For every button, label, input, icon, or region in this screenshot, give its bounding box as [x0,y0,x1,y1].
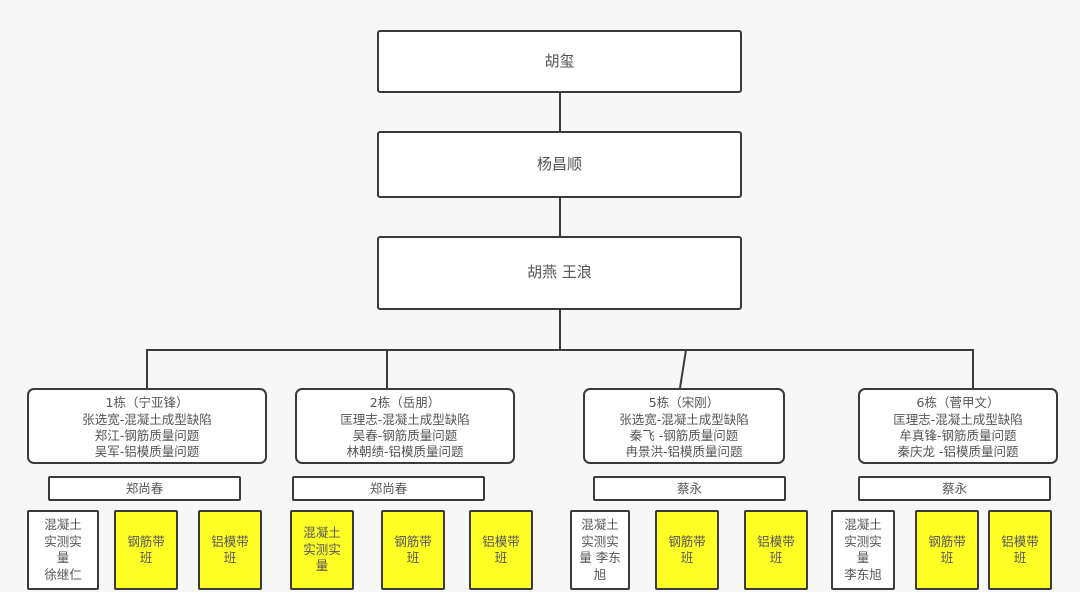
worker-tile-line: 班 [940,550,954,565]
supervisor-label: 蔡永 [676,480,702,496]
supervisor-label: 蔡永 [941,480,967,496]
supervisor-label: 郑尚春 [369,480,408,496]
exec-node-level2[interactable]: 杨昌顺 [377,131,742,198]
worker-tile-line: 混凝土 [44,517,82,532]
worker-tile-line: 钢筋带 [127,533,165,549]
worker-tile-concrete-3[interactable]: 混凝土 实测实 量 李东 旭 [570,510,630,590]
worker-tile-concrete-1[interactable]: 混凝土 实测实 量 徐继仁 [27,510,99,590]
department-detail-line: 张选宽-混凝土成型缺陷 [82,412,212,427]
supervisor-label: 郑尚春 [125,480,164,496]
worker-tile-line: 混凝土 [303,525,341,541]
worker-tile-line: 班 [139,550,153,565]
worker-tile-line: 班 [680,550,694,565]
supervisor-box-4[interactable]: 蔡永 [858,476,1051,501]
department-detail-line: 张选宽-混凝土成型缺陷 [619,412,749,427]
worker-tile-line: 铝模带 [482,533,520,549]
supervisor-box-3[interactable]: 蔡永 [593,476,786,501]
department-title: 6栋（菅甲文） [916,395,1000,410]
department-box-4[interactable]: 6栋（菅甲文） 匡理志-混凝土成型缺陷 牟真锋-钢筋质量问题 秦庆龙 -铝模质量… [858,388,1058,464]
worker-tile-line: 铝模带 [211,533,249,549]
worker-tile-line: 实测实 [844,533,882,549]
worker-tile-rebar-4[interactable]: 钢筋带 班 [915,510,979,590]
department-detail-line: 牟真锋-钢筋质量问题 [899,428,1017,443]
worker-tile-line: 混凝土 [844,517,882,532]
worker-tile-line: 李东旭 [844,566,882,582]
worker-tile-line: 实测实 [44,533,82,549]
org-chart-canvas: 胡玺 杨昌顺 胡燕 王浪 1栋（宁亚锋） 张选宽-混凝土成型缺陷 郑江-钢筋质量… [0,0,1080,592]
worker-tile-line: 铝模带 [757,533,795,549]
department-detail-line: 匡理志-混凝土成型缺陷 [340,412,470,427]
worker-tile-alumform-1[interactable]: 铝模带 班 [198,510,262,590]
worker-tile-line: 实测实 [581,533,619,549]
worker-tile-line: 铝模带 [1001,533,1039,549]
worker-tile-rebar-3[interactable]: 钢筋带 班 [655,510,719,590]
worker-tile-line: 混凝土 [581,517,619,532]
worker-tile-line: 量 李东 [579,550,621,565]
department-detail-line: 郑江-钢筋质量问题 [94,428,200,443]
department-detail-line: 吴春-钢筋质量问题 [352,428,458,443]
worker-tile-line: 班 [494,550,508,565]
supervisor-box-2[interactable]: 郑尚春 [292,476,485,501]
worker-tile-line: 班 [1013,550,1027,565]
department-title: 5栋（宋刚） [648,395,720,410]
worker-tile-line: 量 [56,550,70,565]
department-title: 1栋（宁亚锋） [105,395,189,410]
department-box-1[interactable]: 1栋（宁亚锋） 张选宽-混凝土成型缺陷 郑江-钢筋质量问题 吴军-铝模质量问题 [27,388,267,464]
department-detail-line: 秦飞 -钢筋质量问题 [629,428,739,443]
worker-tile-line: 徐继仁 [44,566,82,582]
worker-tile-rebar-1[interactable]: 钢筋带 班 [114,510,178,590]
worker-tile-alumform-4[interactable]: 铝模带 班 [988,510,1052,590]
worker-tile-line: 班 [406,550,420,565]
worker-tile-line: 量 [315,558,329,574]
worker-tile-alumform-2[interactable]: 铝模带 班 [469,510,533,590]
department-detail-line: 秦庆龙 -铝模质量问题 [897,444,1019,459]
department-detail-line: 匡理志-混凝土成型缺陷 [893,412,1023,427]
department-box-3[interactable]: 5栋（宋刚） 张选宽-混凝土成型缺陷 秦飞 -钢筋质量问题 冉景洪-铝模质量问题 [583,388,785,464]
worker-tile-line: 钢筋带 [394,533,432,549]
worker-tile-line: 旭 [593,566,607,582]
supervisor-box-1[interactable]: 郑尚春 [48,476,241,501]
exec-node-level2-label: 杨昌顺 [536,154,582,173]
worker-tile-line: 实测实 [303,541,341,557]
department-detail-line: 林朝绩-铝模质量问题 [346,444,464,459]
worker-tile-line: 班 [769,550,783,565]
worker-tile-line: 量 [856,550,870,565]
department-box-2[interactable]: 2栋（岳朋） 匡理志-混凝土成型缺陷 吴春-钢筋质量问题 林朝绩-铝模质量问题 [295,388,515,464]
department-detail-line: 冉景洪-铝模质量问题 [625,444,743,459]
department-title: 2栋（岳朋） [369,395,441,410]
worker-tile-concrete-4[interactable]: 混凝土 实测实 量 李东旭 [831,510,895,590]
worker-tile-line: 钢筋带 [928,533,966,549]
exec-node-level1-label: 胡玺 [544,51,575,70]
worker-tile-alumform-3[interactable]: 铝模带 班 [744,510,808,590]
exec-node-level3-label: 胡燕 王浪 [527,263,592,282]
worker-tile-line: 班 [223,550,237,565]
worker-tile-line: 钢筋带 [668,533,706,549]
exec-node-level3[interactable]: 胡燕 王浪 [377,236,742,310]
worker-tile-concrete-2[interactable]: 混凝土 实测实 量 [290,510,354,590]
department-detail-line: 吴军-铝模质量问题 [94,444,200,459]
exec-node-level1[interactable]: 胡玺 [377,30,742,93]
worker-tile-rebar-2[interactable]: 钢筋带 班 [381,510,445,590]
